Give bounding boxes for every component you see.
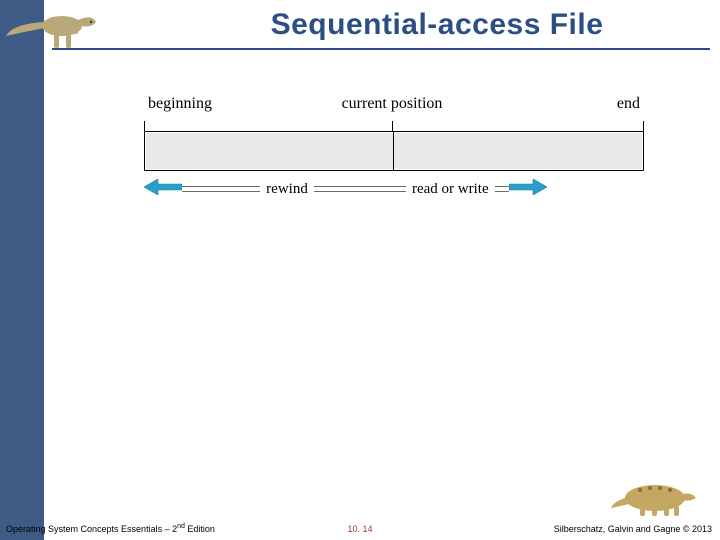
rail-rewind-2 <box>314 185 392 193</box>
op-rewind: rewind <box>144 179 392 199</box>
diagram-ticks <box>144 121 644 131</box>
footer-left-pre: Operating System Concepts Essentials – 2 <box>6 524 177 534</box>
arrow-right-icon <box>509 179 547 200</box>
theropod-dino-icon <box>2 0 102 60</box>
arrow-left-icon <box>144 179 182 200</box>
sequential-access-diagram: beginning current position end <box>144 95 644 207</box>
slide-body: Sequential-access File beginning current… <box>44 0 720 540</box>
rail-rw-0 <box>392 185 406 193</box>
file-bar <box>144 131 644 171</box>
rail-rewind <box>182 185 260 193</box>
label-beginning: beginning <box>148 95 212 113</box>
footer-left-sup: nd <box>177 523 185 530</box>
label-rewind: rewind <box>260 181 314 198</box>
slide-sidebar <box>0 0 44 540</box>
footer-page-number: 10. 14 <box>347 524 372 534</box>
footer-left-post: Edition <box>185 524 215 534</box>
footer-copyright: Silberschatz, Galvin and Gagne © 2013 <box>554 524 712 534</box>
diagram-operations: rewind read or write <box>144 179 644 207</box>
slide-footer: Operating System Concepts Essentials – 2… <box>0 510 720 540</box>
tick-end <box>643 121 644 131</box>
tick-current <box>392 121 393 131</box>
slide-title: Sequential-access File <box>184 8 690 42</box>
current-position-divider <box>393 132 394 170</box>
label-read-write: read or write <box>406 181 495 198</box>
label-end: end <box>617 95 640 113</box>
rail-rw-1 <box>495 185 509 193</box>
tick-beginning <box>144 121 145 131</box>
footer-left: Operating System Concepts Essentials – 2… <box>6 523 215 534</box>
op-read-write: read or write <box>392 179 644 199</box>
diagram-top-labels: beginning current position end <box>144 95 644 121</box>
slide: Sequential-access File beginning current… <box>0 0 720 540</box>
title-underline <box>52 48 710 50</box>
label-current-position: current position <box>342 95 443 113</box>
